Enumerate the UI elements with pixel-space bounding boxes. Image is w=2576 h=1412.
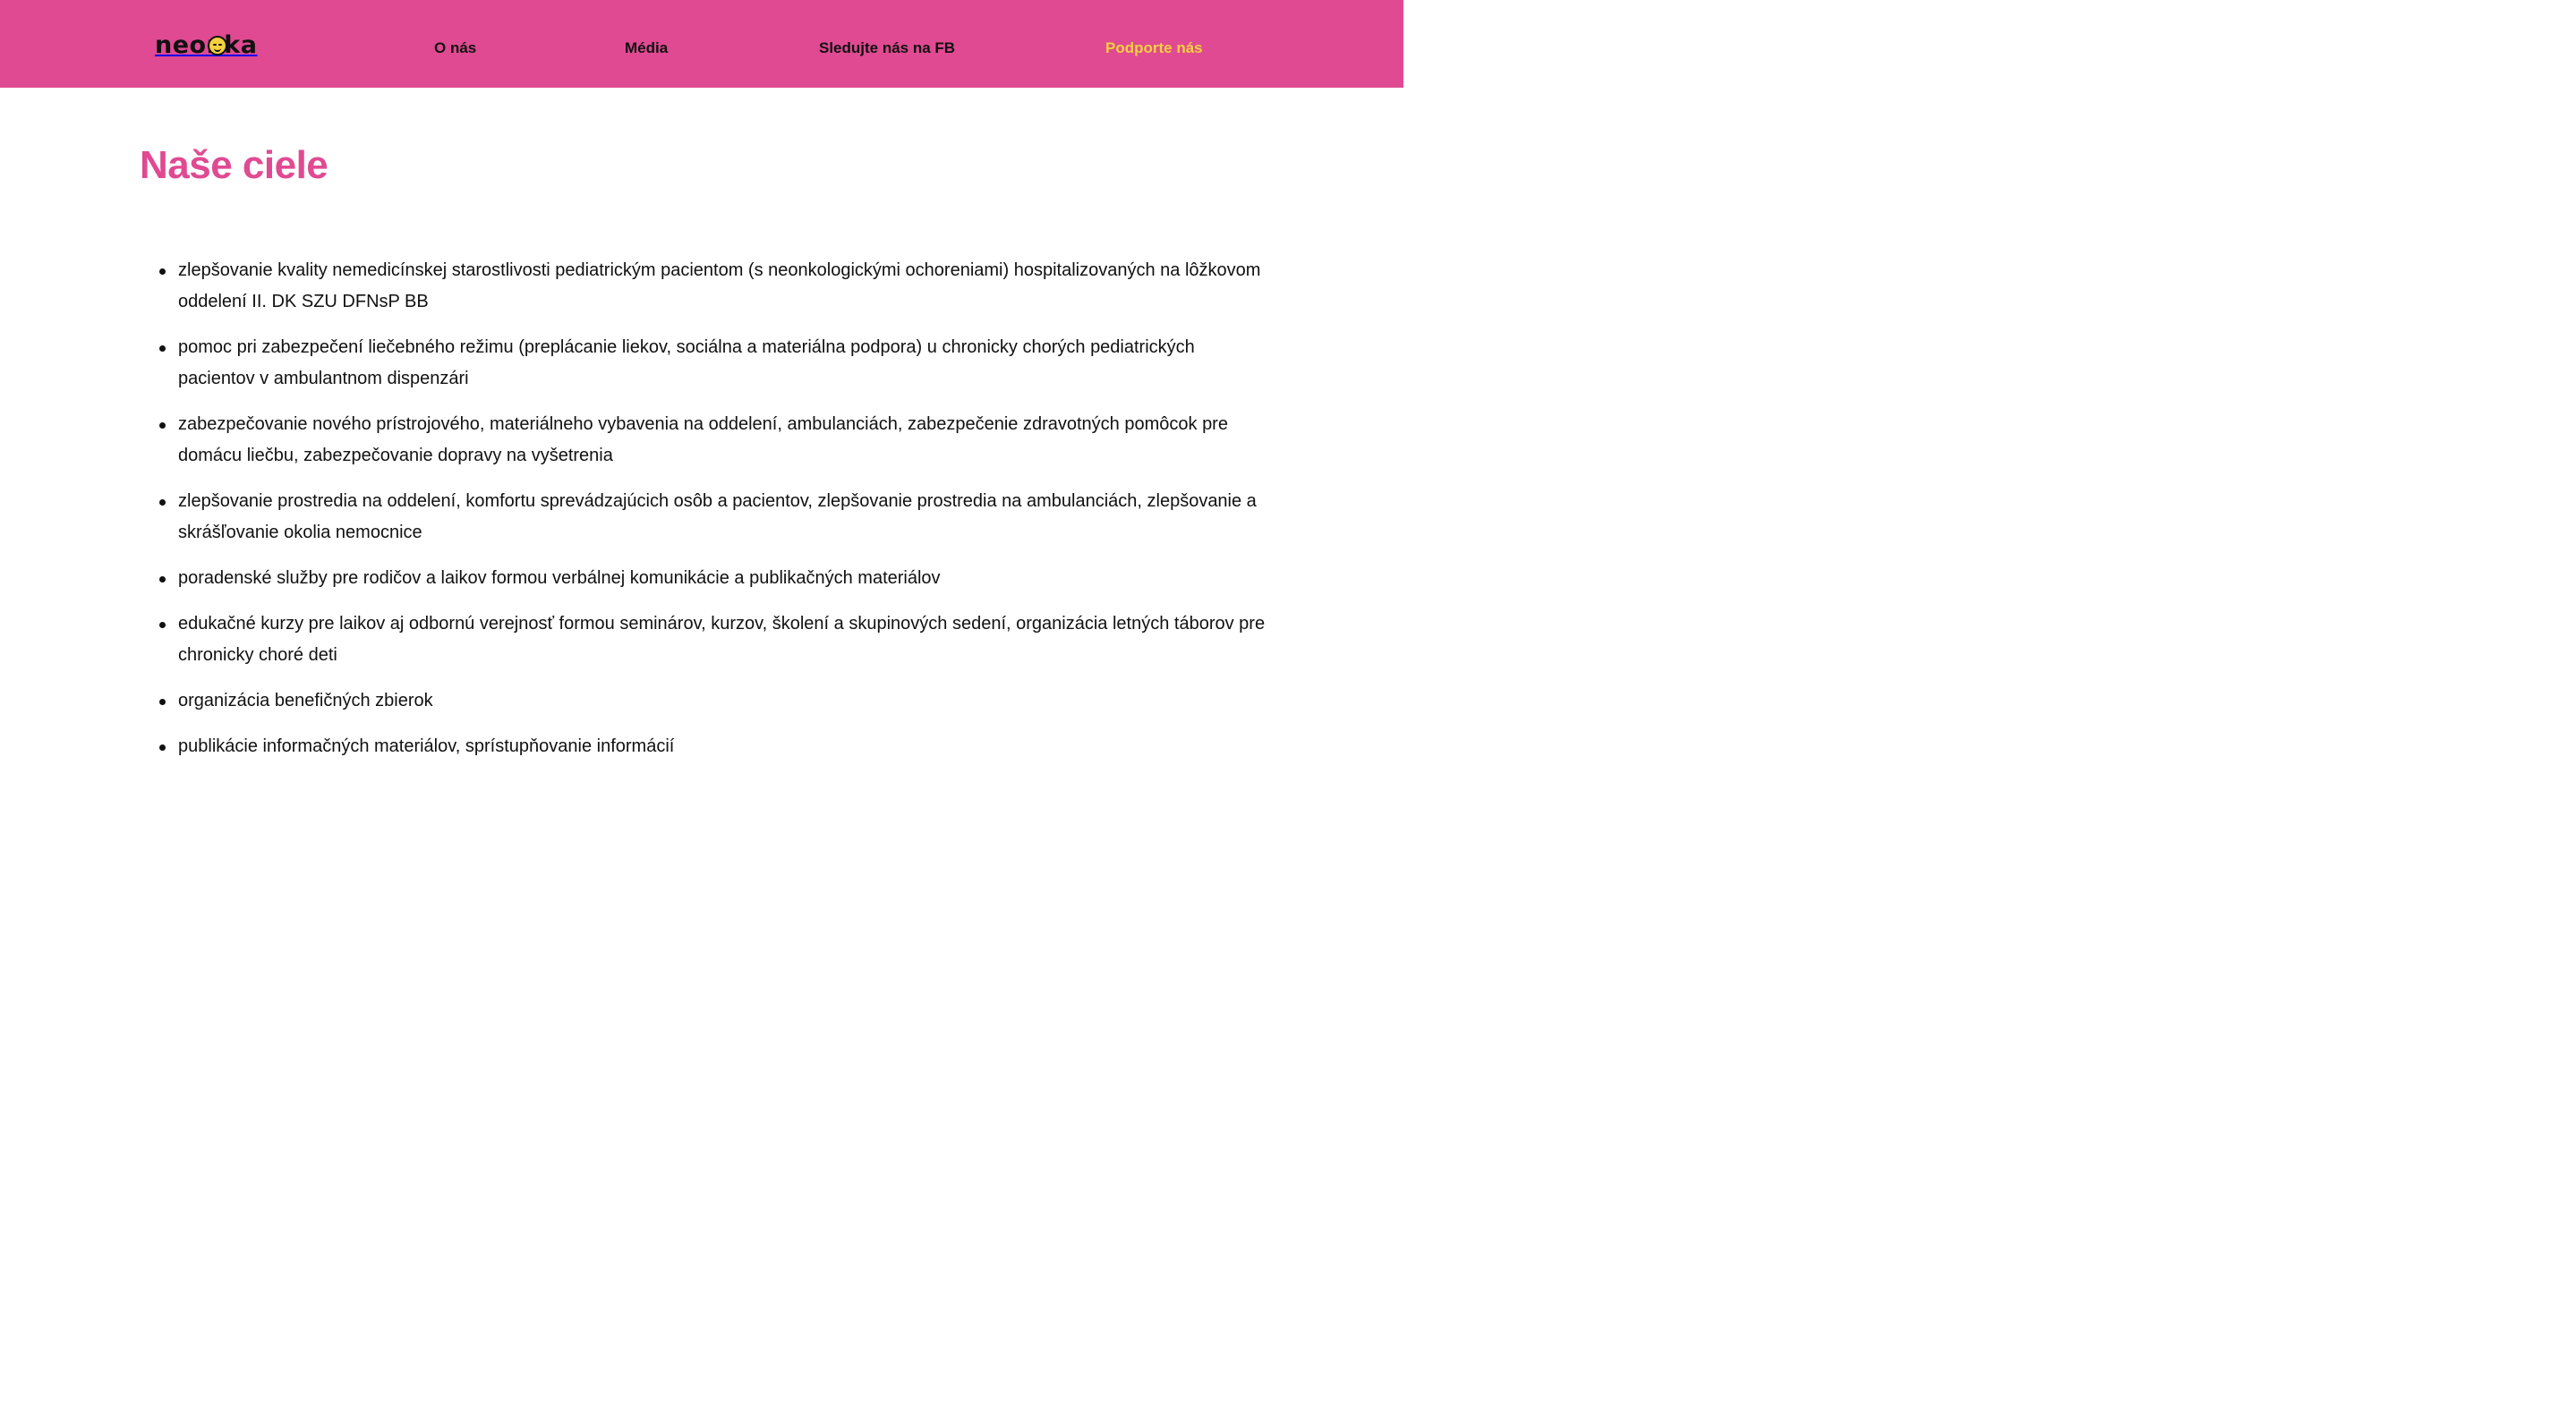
goals-list: zlepšovanie kvality nemedicínskej staros… — [159, 255, 1266, 777]
nav-media[interactable]: Média — [625, 38, 668, 59]
bullet-icon — [159, 499, 166, 506]
goal-text: edukačné kurzy pre laikov aj odbornú ver… — [178, 614, 1266, 665]
bullet-icon — [159, 622, 166, 628]
goal-item: poradenské služby pre rodičov a laikov f… — [159, 563, 1266, 594]
bullet-icon — [159, 268, 166, 275]
goal-item: zabezpečovanie nového prístrojového, mat… — [159, 409, 1266, 472]
bullet-icon — [159, 422, 166, 429]
goal-text: zabezpečovanie nového prístrojového, mat… — [178, 414, 1228, 465]
goal-text: zlepšovanie kvality nemedicínskej staros… — [178, 260, 1261, 311]
bullet-icon — [159, 345, 166, 352]
bullet-icon — [159, 744, 166, 751]
bullet-icon — [159, 699, 166, 705]
nav-facebook[interactable]: Sledujte nás na FB — [819, 38, 955, 59]
goal-item: edukačné kurzy pre laikov aj odbornú ver… — [159, 608, 1266, 671]
page-title: Naše ciele — [140, 143, 328, 187]
goal-text: pomoc pri zabezpečení liečebného režimu … — [178, 337, 1195, 388]
nav-support-us[interactable]: Podporte nás — [1105, 38, 1203, 59]
logo-wordmark: neonka — [155, 31, 258, 59]
smiley-face-icon — [208, 36, 227, 55]
goal-item: publikácie informačných materiálov, sprí… — [159, 731, 1266, 762]
site-header: neonka O nás Média Sledujte nás na FB Po… — [0, 0, 1403, 88]
goal-text: publikácie informačných materiálov, sprí… — [178, 736, 675, 756]
goal-item: zlepšovanie prostredia na oddelení, komf… — [159, 486, 1266, 549]
bullet-icon — [159, 576, 166, 583]
goal-item: pomoc pri zabezpečení liečebného režimu … — [159, 332, 1266, 395]
nav-about[interactable]: O nás — [434, 38, 476, 59]
goal-text: zlepšovanie prostredia na oddelení, komf… — [178, 491, 1257, 542]
site-logo[interactable]: neonka — [155, 32, 257, 59]
goal-text: poradenské služby pre rodičov a laikov f… — [178, 568, 941, 588]
goal-item: organizácia benefičných zbierok — [159, 685, 1266, 717]
goal-text: organizácia benefičných zbierok — [178, 691, 433, 710]
goal-item: zlepšovanie kvality nemedicínskej staros… — [159, 255, 1266, 318]
